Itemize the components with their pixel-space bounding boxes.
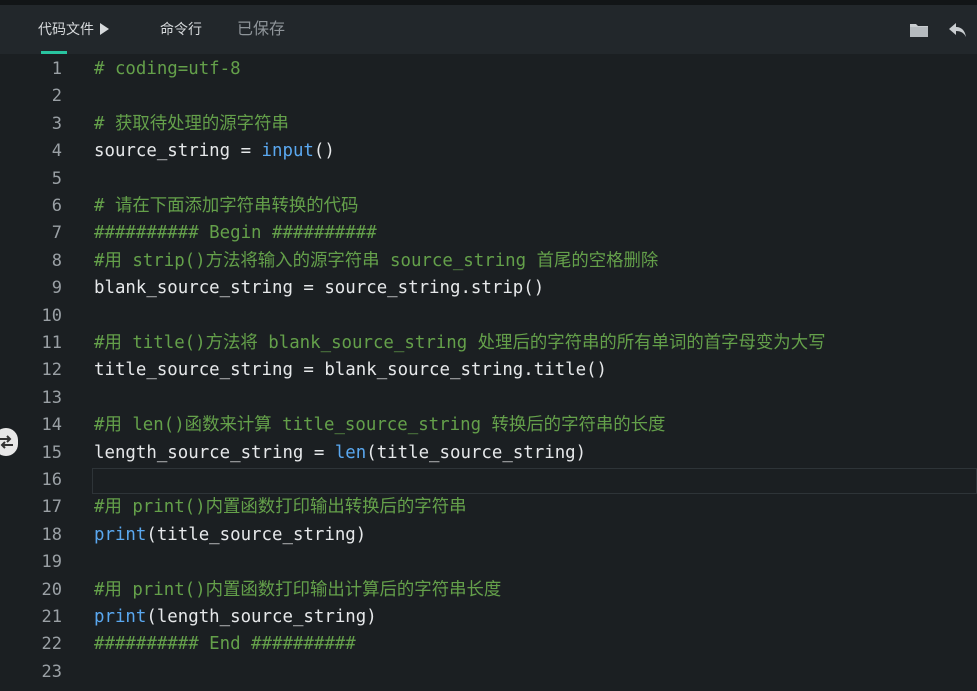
code-comment: #用 strip()方法将输入的源字符串 source_string 首尾的空格… — [94, 250, 659, 271]
line-number: 21 — [41, 607, 62, 627]
tab-command-line-label: 命令行 — [160, 21, 202, 37]
code-line[interactable]: #用 print()内置函数打印输出计算后的字符串长度 — [94, 577, 501, 604]
code-line[interactable]: blank_source_string = source_string.stri… — [94, 275, 544, 302]
code-text: (title_source_string) — [146, 524, 367, 545]
save-status: 已保存 — [237, 21, 286, 38]
caret-right-icon — [100, 23, 109, 35]
code-text: title_source_string = blank_source_strin… — [94, 360, 608, 381]
swap-arrows-icon — [0, 435, 13, 449]
line-number: 4 — [51, 141, 62, 162]
code-text: source_string = — [94, 141, 262, 162]
line-number: 1 — [51, 59, 62, 79]
line-number: 19 — [41, 552, 62, 573]
current-line-highlight — [92, 468, 977, 494]
code-comment: #用 title()方法将 blank_source_string 处理后的字符… — [94, 333, 826, 353]
line-number: 7 — [51, 223, 62, 244]
code-comment: #用 print()内置函数打印输出计算后的字符串长度 — [94, 579, 502, 600]
code-line[interactable]: source_string = input() — [94, 138, 335, 165]
line-number: 16 — [41, 470, 62, 490]
code-line[interactable]: ########## Begin ########## — [94, 220, 377, 247]
code-text: blank_source_string = source_string.stri… — [94, 278, 545, 299]
code-comment: # 获取待处理的源字符串 — [94, 113, 289, 134]
code-comment: #用 len()函数来计算 title_source_string 转换后的字符… — [94, 415, 666, 436]
undo-icon[interactable] — [948, 21, 968, 39]
code-line[interactable]: #用 len()函数来计算 title_source_string 转换后的字符… — [94, 412, 665, 439]
line-number: 17 — [41, 497, 62, 518]
line-number: 13 — [41, 387, 62, 408]
code-line[interactable]: print(length_source_string) — [94, 604, 377, 631]
line-number: 5 — [51, 168, 62, 189]
code-line[interactable]: print(title_source_string) — [94, 522, 366, 549]
code-line[interactable]: #用 title()方法将 blank_source_string 处理后的字符… — [94, 330, 825, 357]
code-comment: # coding=utf-8 — [94, 59, 241, 79]
code-comment: ########## End ########## — [94, 634, 356, 655]
line-number: 10 — [41, 305, 62, 326]
folder-icon[interactable] — [909, 22, 929, 38]
line-number: 12 — [41, 360, 62, 381]
code-comment: #用 print()内置函数打印输出转换后的字符串 — [94, 497, 467, 518]
code-builtin: print — [94, 524, 147, 545]
code-text: (title_source_string) — [366, 442, 587, 463]
tab-code-file-label: 代码文件 — [38, 21, 94, 37]
line-number: 18 — [41, 524, 62, 545]
code-comment: # 请在下面添加字符串转换的代码 — [94, 196, 359, 216]
code-line[interactable]: #用 strip()方法将输入的源字符串 source_string 首尾的空格… — [94, 248, 658, 275]
tab-command-line[interactable]: 命令行 — [160, 5, 202, 54]
code-line[interactable]: # coding=utf-8 — [94, 56, 241, 83]
line-number: 9 — [51, 278, 62, 299]
editor-toolbar: 代码文件 命令行 已保存 — [0, 0, 977, 54]
line-number: 3 — [51, 113, 62, 134]
line-number: 22 — [41, 634, 62, 655]
line-number: 23 — [41, 661, 62, 682]
line-number: 11 — [41, 333, 62, 353]
line-number: 2 — [51, 86, 62, 107]
line-number: 20 — [41, 579, 62, 600]
code-builtin: input — [261, 141, 314, 162]
code-line[interactable]: ########## End ########## — [94, 631, 356, 658]
code-comment: ########## Begin ########## — [94, 223, 377, 244]
code-line[interactable]: #用 print()内置函数打印输出转换后的字符串 — [94, 494, 466, 521]
tab-code-file[interactable]: 代码文件 — [38, 5, 109, 54]
line-number-gutter: 1 2 3 4 5 6 7 8 9 10 11 12 13 14 15 16 17 18 19 20 21 22 23 — [0, 54, 82, 691]
code-line[interactable]: length_source_string = len(title_source_… — [94, 440, 586, 467]
code-line[interactable]: # 获取待处理的源字符串 — [94, 111, 289, 138]
code-text: length_source_string = — [94, 442, 335, 463]
code-builtin: len — [334, 442, 367, 463]
code-editor[interactable]: 1 2 3 4 5 6 7 8 9 10 11 12 13 14 15 16 17 18 19 20 21 22 23 # … — [0, 54, 977, 691]
code-text: () — [313, 141, 335, 162]
code-text: (length_source_string) — [146, 607, 377, 627]
code-line[interactable]: title_source_string = blank_source_strin… — [94, 357, 607, 384]
line-number: 8 — [51, 250, 62, 271]
line-number: 6 — [51, 196, 62, 216]
code-line[interactable]: # 请在下面添加字符串转换的代码 — [94, 193, 358, 220]
code-builtin: print — [94, 607, 147, 627]
